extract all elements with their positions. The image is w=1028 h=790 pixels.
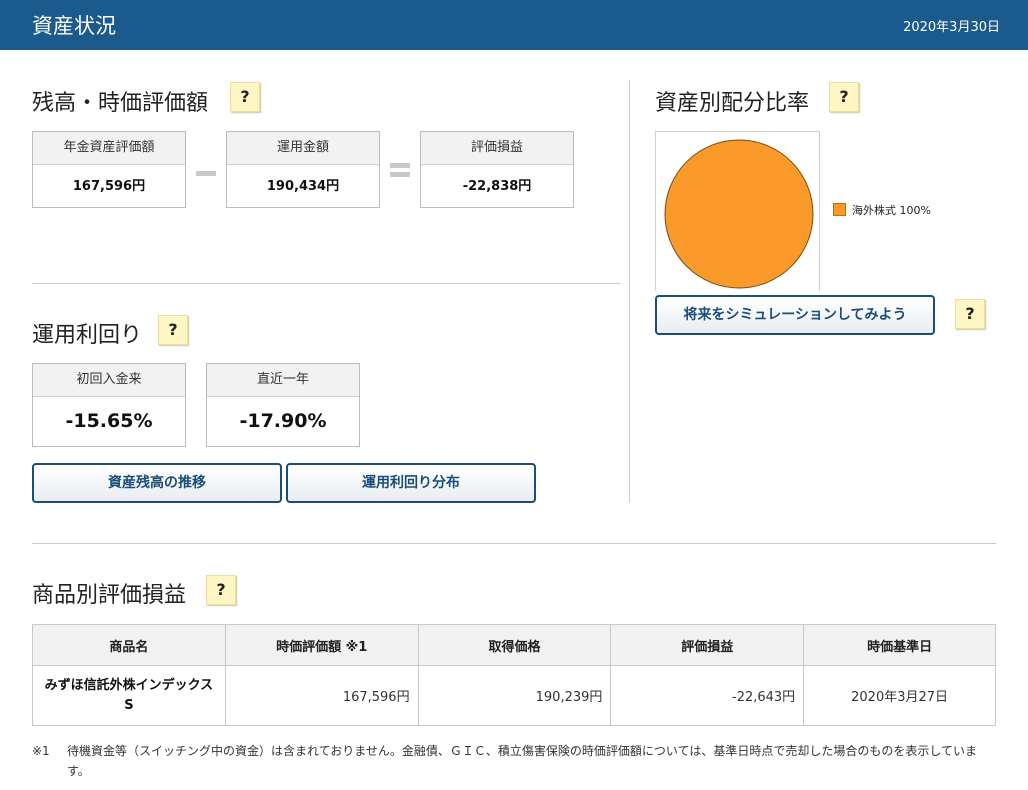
- gain-loss-label: 評価損益: [421, 132, 573, 165]
- invested-amount-box: 運用金額 190,434円: [226, 131, 380, 208]
- column-header-acquisition-price: 取得価格: [417, 624, 612, 666]
- page-title: 資産状況: [32, 14, 116, 38]
- yield-section-title: 運用利回り: [32, 323, 143, 348]
- simulate-help-button[interactable]: ?: [955, 299, 985, 329]
- invested-amount-label: 運用金額: [227, 132, 379, 165]
- products-section-title: 商品別評価損益: [32, 583, 187, 608]
- page-header: 資産状況 2020年3月30日: [0, 0, 1028, 50]
- since-inception-box: 初回入金来 -15.65%: [32, 363, 186, 447]
- section-divider: [32, 283, 620, 284]
- pie-slices: [664, 139, 814, 289]
- table-header-row: 商品名 時価評価額 ※1 取得価格 評価損益 時価基準日: [32, 624, 996, 666]
- yield-distribution-button[interactable]: 運用利回り分布: [286, 463, 536, 503]
- since-inception-value: -15.65%: [65, 410, 153, 432]
- legend-swatch: [833, 203, 846, 216]
- last-year-box: 直近一年 -17.90%: [206, 363, 360, 447]
- column-header-market-value: 時価評価額 ※1: [224, 624, 419, 666]
- allocation-pie-chart: [664, 139, 814, 289]
- yield-help-button[interactable]: ?: [158, 315, 188, 345]
- pension-asset-value-label: 年金資産評価額: [33, 132, 185, 165]
- gain-loss: -22,643円: [610, 665, 805, 726]
- minus-sign: [196, 171, 216, 176]
- table-row: みずほ信託外株インデックスS 167,596円 190,239円 -22,643…: [32, 665, 996, 726]
- footnote-mark: ※1: [32, 744, 50, 758]
- gain-loss-box: 評価損益 -22,838円: [420, 131, 574, 208]
- column-divider: [629, 80, 630, 503]
- asset-history-button[interactable]: 資産残高の推移: [32, 463, 282, 503]
- pie-legend: 海外株式 100%: [833, 202, 931, 218]
- acquisition-price: 190,239円: [417, 665, 612, 726]
- products-divider: [32, 543, 996, 544]
- base-date: 2020年3月27日: [803, 665, 996, 726]
- gain-loss-value: -22,838円: [462, 179, 532, 194]
- column-header-product-name: 商品名: [32, 624, 226, 666]
- allocation-help-button[interactable]: ?: [829, 82, 859, 112]
- pie-slice: [664, 139, 814, 289]
- pension-asset-value-box: 年金資産評価額 167,596円: [32, 131, 186, 208]
- equals-sign-top: [390, 163, 410, 168]
- allocation-section-title: 資産別配分比率: [655, 91, 810, 116]
- column-header-gain-loss: 評価損益: [610, 624, 805, 666]
- products-table: 商品名 時価評価額 ※1 取得価格 評価損益 時価基準日 みずほ信託外株インデッ…: [32, 624, 996, 726]
- footnote: ※1 待機資金等（スイッチング中の資金）は含まれておりません。金融債、ＧＩＣ、積…: [32, 741, 992, 781]
- pension-asset-value: 167,596円: [72, 179, 146, 194]
- column-header-base-date: 時価基準日: [803, 624, 996, 666]
- legend-label: 海外株式 100%: [852, 204, 931, 217]
- products-help-button[interactable]: ?: [206, 575, 236, 605]
- allocation-chart-frame: [655, 131, 820, 291]
- equals-sign-bottom: [390, 172, 410, 177]
- balance-section-title: 残高・時価評価額: [32, 91, 209, 116]
- product-name: みずほ信託外株インデックスS: [32, 665, 226, 726]
- simulate-future-button[interactable]: 将来をシミュレーションしてみよう: [655, 295, 935, 335]
- last-year-value: -17.90%: [239, 410, 327, 432]
- footnote-text: 待機資金等（スイッチング中の資金）は含まれておりません。金融債、ＧＩＣ、積立傷害…: [67, 744, 977, 778]
- invested-amount-value: 190,434円: [266, 179, 340, 194]
- since-inception-label: 初回入金来: [33, 364, 185, 397]
- last-year-label: 直近一年: [207, 364, 359, 397]
- header-date: 2020年3月30日: [903, 20, 1000, 35]
- market-value: 167,596円: [224, 665, 419, 726]
- balance-help-button[interactable]: ?: [230, 82, 260, 112]
